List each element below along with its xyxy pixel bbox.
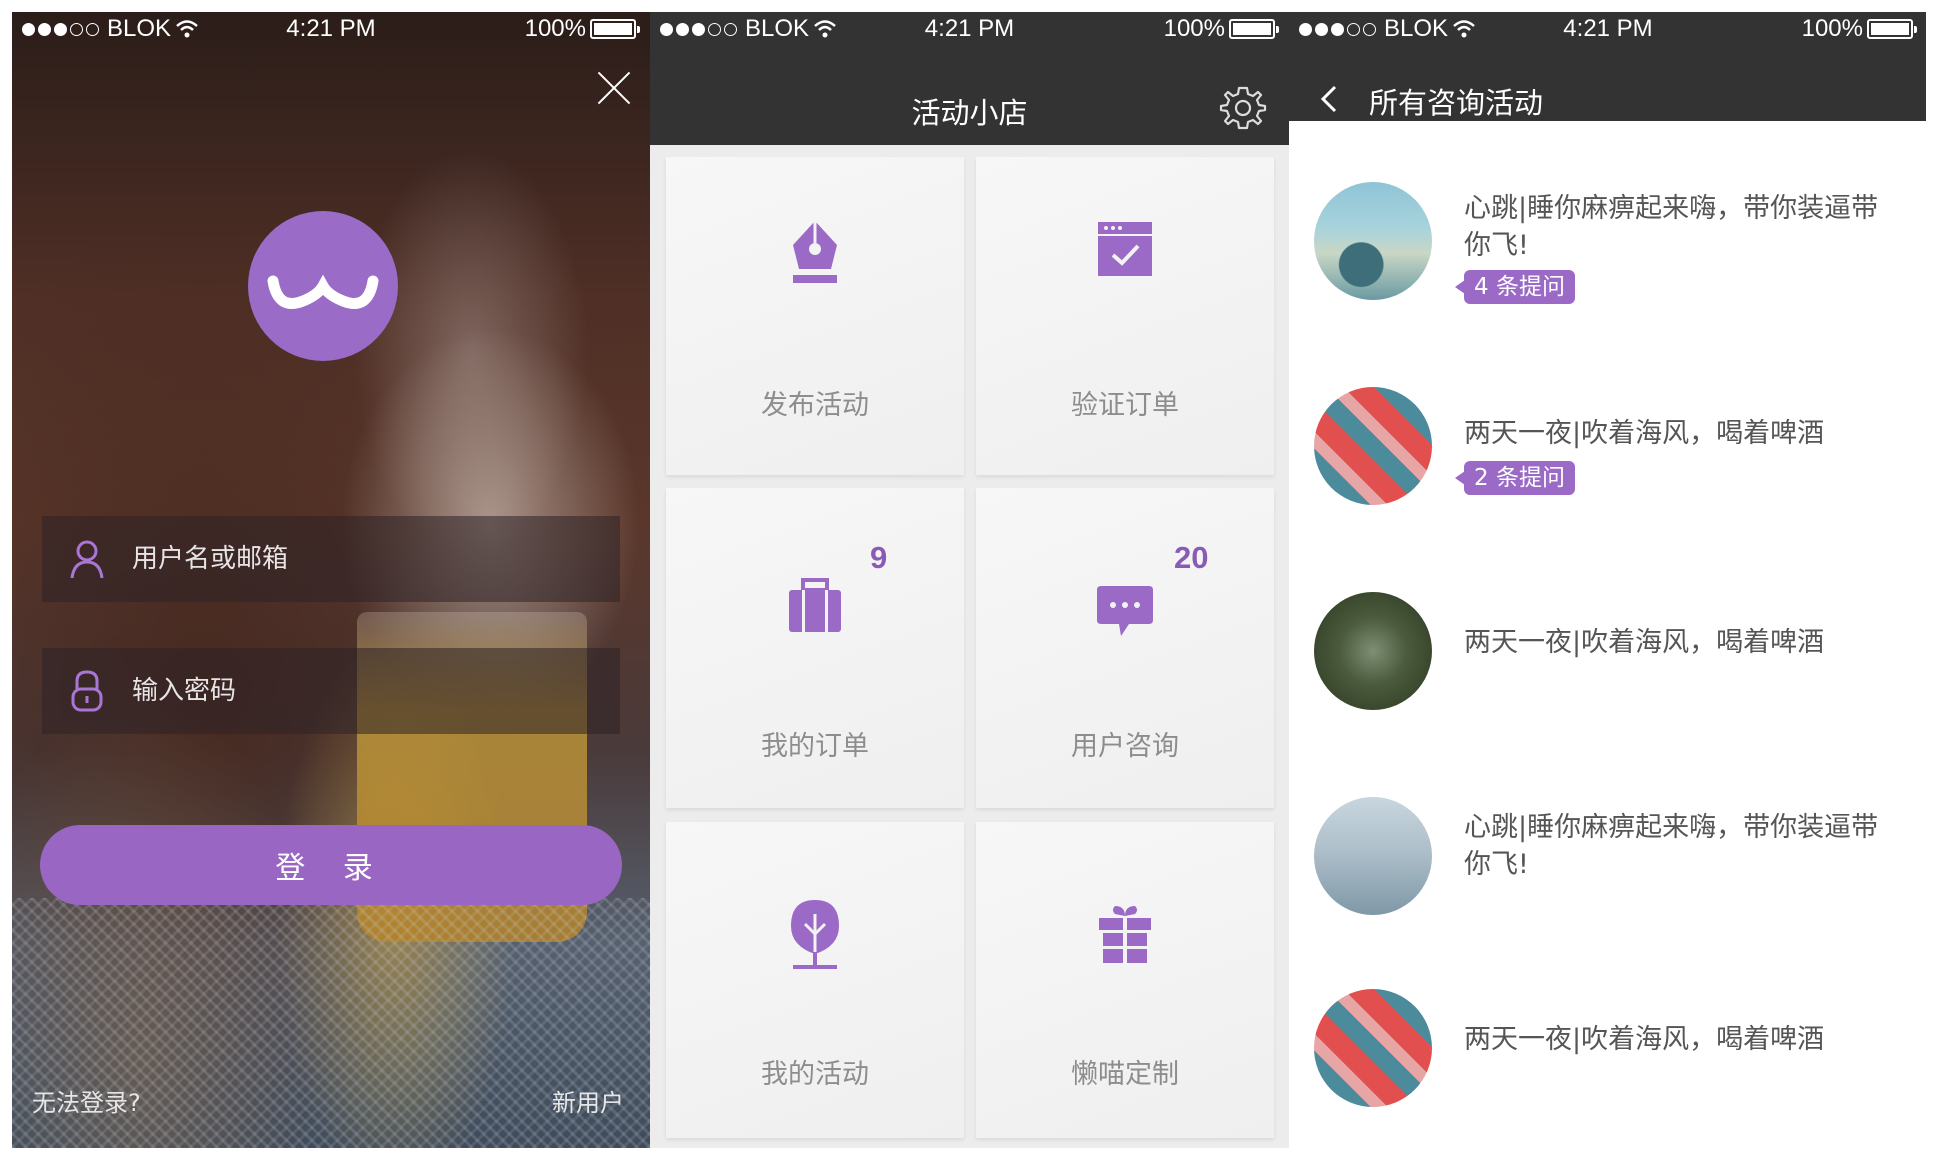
item-title: 心跳|睡你麻痹起来嗨，带你装逼带你飞! — [1464, 193, 1879, 261]
status-bar: BLOK 4:21 PM 100% — [12, 12, 650, 48]
username-input[interactable] — [132, 544, 592, 574]
tile-my-activities[interactable]: 我的活动 — [666, 822, 964, 1138]
briefcase-icon — [666, 578, 964, 634]
forgot-login-link[interactable]: 无法登录? — [32, 1083, 141, 1118]
tile-label: 我的订单 — [761, 731, 869, 762]
list-item[interactable]: 两天一夜|吹着海风，喝着啤酒 — [1289, 979, 1926, 1129]
item-title: 两天一夜|吹着海风，喝着啤酒 — [1464, 418, 1825, 449]
avatar — [1314, 989, 1432, 1107]
list-item[interactable]: 两天一夜|吹着海风，喝着啤酒 — [1289, 582, 1926, 732]
avatar — [1314, 387, 1432, 505]
avatar — [1314, 797, 1432, 915]
question-count-badge: 2 条提问 — [1455, 461, 1575, 495]
gear-icon[interactable] — [1219, 84, 1267, 132]
item-title: 两天一夜|吹着海风，喝着啤酒 — [1464, 627, 1825, 658]
tile-verify-order[interactable]: 验证订单 — [976, 157, 1274, 475]
tree-icon — [666, 898, 964, 972]
user-icon — [42, 516, 132, 602]
battery-icon — [590, 19, 640, 39]
tile-publish-activity[interactable]: 发布活动 — [666, 157, 964, 475]
avatar — [1314, 592, 1432, 710]
close-icon[interactable] — [596, 70, 632, 106]
consult-screen: BLOK 4:21 PM 100% 所有咨询活动 心跳|睡你麻痹起来嗨，带你装逼… — [1289, 12, 1927, 1148]
tile-custom[interactable]: 懒喵定制 — [976, 822, 1274, 1138]
login-button[interactable]: 登 录 — [40, 825, 622, 905]
status-bar: BLOK 4:21 PM 100% — [650, 12, 1289, 48]
login-screen: BLOK 4:21 PM 100% 用户名或邮箱 登 录 无法登录? 新用户 — [12, 12, 650, 1148]
username-field[interactable] — [42, 516, 620, 602]
list-item[interactable]: 心跳|睡你麻痹起来嗨，带你装逼带你飞! — [1289, 787, 1926, 937]
shop-screen: BLOK 4:21 PM 100% 活动小店 发布活动 验证订单 9 我的订单 … — [650, 12, 1289, 1148]
avatar — [1314, 182, 1432, 300]
chat-bubble-icon — [976, 584, 1274, 640]
tile-label: 用户咨询 — [1071, 731, 1179, 762]
tile-user-consult[interactable]: 20 用户咨询 — [976, 488, 1274, 808]
order-count-badge: 9 — [870, 540, 888, 575]
page-title: 活动小店 — [911, 96, 1028, 130]
item-title: 心跳|睡你麻痹起来嗨，带你装逼带你飞! — [1464, 812, 1879, 880]
battery-icon — [1229, 19, 1279, 39]
cat-smile-icon — [267, 274, 379, 309]
status-bar: BLOK 4:21 PM 100% — [1289, 12, 1927, 48]
battery-percent: 100% — [1163, 15, 1225, 42]
lock-icon — [42, 648, 132, 734]
question-count-badge: 4 条提问 — [1455, 270, 1575, 304]
item-title: 两天一夜|吹着海风，喝着啤酒 — [1464, 1024, 1825, 1055]
new-user-link[interactable]: 新用户 — [552, 1083, 624, 1118]
list-item[interactable]: 两天一夜|吹着海风，喝着啤酒 2 条提问 — [1289, 377, 1926, 527]
list-item[interactable]: 心跳|睡你麻痹起来嗨，带你装逼带你飞! 4 条提问 — [1289, 172, 1926, 322]
battery-icon — [1867, 19, 1917, 39]
tile-label: 我的活动 — [761, 1059, 869, 1090]
tile-my-orders[interactable]: 9 我的订单 — [666, 488, 964, 808]
tile-label: 懒喵定制 — [1071, 1059, 1179, 1090]
calendar-check-icon — [976, 220, 1274, 278]
password-input[interactable] — [132, 676, 592, 706]
tile-label: 发布活动 — [761, 390, 869, 421]
battery-percent: 100% — [524, 15, 586, 42]
consult-count-badge: 20 — [1174, 540, 1209, 575]
battery-percent: 100% — [1801, 15, 1863, 42]
cat-logo — [248, 211, 398, 361]
gift-icon — [976, 902, 1274, 966]
back-chevron-icon[interactable] — [1319, 84, 1339, 114]
tile-label: 验证订单 — [1071, 390, 1179, 421]
pen-nib-icon — [666, 219, 964, 285]
password-field[interactable] — [42, 648, 620, 734]
page-title: 所有咨询活动 — [1369, 86, 1544, 120]
